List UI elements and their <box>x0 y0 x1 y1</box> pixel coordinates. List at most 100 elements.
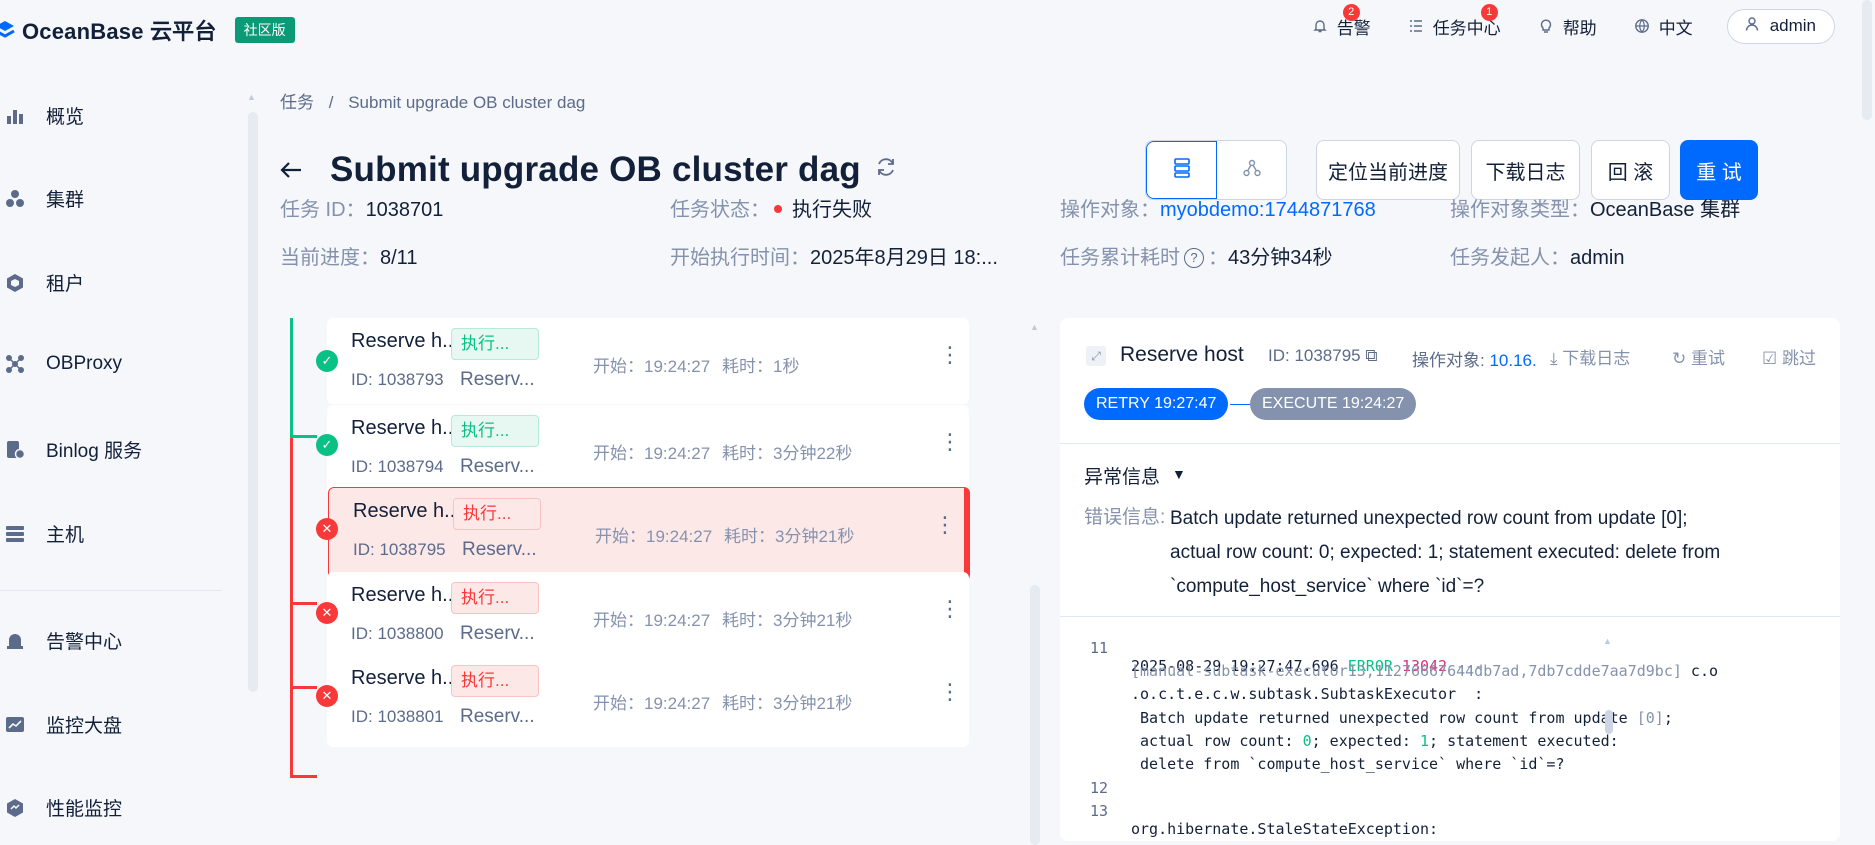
log-msg: Batch update returned unexpected row cou… <box>1131 709 1637 727</box>
sidebar-item-cluster[interactable]: 集群 <box>0 185 84 212</box>
progress-label: 当前进度： <box>280 247 380 269</box>
sidebar-item-tenant[interactable]: 租户 <box>0 269 84 296</box>
expand-icon[interactable]: ⤢ <box>1086 346 1106 366</box>
log-text: Batch update returned unexpected row cou… <box>1131 709 1673 727</box>
sidebar-scrollbar[interactable] <box>248 112 258 692</box>
subtask-card[interactable]: Reserve h... 执行... ID: 1038794 Reserv...… <box>327 405 969 497</box>
subtask-list-scrollbar[interactable] <box>1030 585 1040 845</box>
detail-download-log[interactable]: ⤓ 下载日志 <box>1550 344 1630 369</box>
sidebar-item-label: Binlog 服务 <box>46 441 143 462</box>
subtask-status-tag: 执行... <box>451 328 539 360</box>
timeline-failed-line <box>290 438 293 778</box>
elapsed-value: 43分钟34秒 <box>1228 247 1333 269</box>
log-scrollbar[interactable] <box>1605 710 1613 734</box>
subtask-card[interactable]: Reserve h... 执行... ID: 1038793 Reserv...… <box>327 318 969 404</box>
pill-connector <box>1230 404 1252 405</box>
subtask-start: 开始：19:24:27 <box>593 444 711 463</box>
sidebar-scroll-up-icon[interactable]: ▲ <box>247 92 256 102</box>
back-arrow-icon[interactable] <box>280 155 302 186</box>
detail-target-link[interactable]: 10.16. <box>1489 351 1536 370</box>
sidebar-item-dashboard[interactable]: 监控大盘 <box>0 711 122 738</box>
breadcrumb-root[interactable]: 任务 <box>280 93 314 112</box>
subtask-start: 开始：19:24:27 <box>595 527 713 546</box>
subtask-list: Reserve h... 执行... ID: 1038793 Reserv...… <box>280 318 980 841</box>
subtask-duration: 耗时：3分钟22秒 <box>722 444 853 463</box>
detail-skip[interactable]: ☑ 跳过 <box>1762 344 1816 369</box>
log-msg-number: 0 <box>1302 732 1312 750</box>
logo[interactable]: OceanBase 云平台 社区版 <box>0 14 295 46</box>
creator-field: 任务发起人：admin <box>1450 241 1624 270</box>
target-type-value: OceanBase 集群 <box>1590 199 1741 221</box>
binlog-icon <box>4 439 26 461</box>
sidebar-item-alarm-center[interactable]: 告警中心 <box>0 627 122 654</box>
graph-view-button[interactable] <box>1217 141 1286 199</box>
globe-icon <box>1633 17 1651 35</box>
sidebar-item-performance[interactable]: 性能监控 <box>0 794 122 821</box>
task-id-value: 1038701 <box>365 199 444 221</box>
task-status-label: 任务状态： <box>670 199 770 221</box>
help-icon[interactable]: ? <box>1184 247 1204 268</box>
more-vertical-icon[interactable]: ⋮ <box>934 514 956 536</box>
more-vertical-icon[interactable]: ⋮ <box>939 344 961 366</box>
target-link[interactable]: myobdemo:1744871768 <box>1160 199 1376 221</box>
user-name: admin <box>1769 16 1816 35</box>
download-log-button[interactable]: 下载日志 <box>1471 140 1580 200</box>
nav-task-center[interactable]: 任务中心 1 <box>1407 3 1501 39</box>
rollback-button[interactable]: 回 滚 <box>1591 140 1670 200</box>
edition-badge: 社区版 <box>234 17 295 43</box>
subtask-card-selected[interactable]: Reserve h... 执行... ID: 1038795 Reserv...… <box>328 487 970 581</box>
timeline-branch <box>290 602 317 605</box>
more-vertical-icon[interactable]: ⋮ <box>939 598 961 620</box>
subtask-status-tag: 执行... <box>451 665 539 697</box>
caret-down-icon[interactable]: ▼ <box>1172 466 1186 482</box>
target-field: 操作对象：myobdemo:1744871768 <box>1060 193 1376 222</box>
more-vertical-icon[interactable]: ⋮ <box>939 681 961 703</box>
detail-id-text: ID: 1038795 <box>1268 346 1361 365</box>
subtask-start: 开始：19:24:27 <box>593 611 711 630</box>
list-view-icon <box>1173 157 1191 183</box>
locate-progress-button[interactable]: 定位当前进度 <box>1316 140 1460 200</box>
sidebar-item-host[interactable]: 主机 <box>0 520 84 547</box>
list-view-button[interactable] <box>1146 141 1217 199</box>
skip-icon: ☑ <box>1762 349 1778 368</box>
sidebar-item-overview[interactable]: 概览 <box>0 102 84 129</box>
log-line-number: 13 <box>1090 802 1109 820</box>
oceanbase-logo-icon <box>0 19 16 41</box>
performance-icon <box>4 797 26 819</box>
timeline-branch <box>290 686 317 689</box>
bell-icon <box>1311 17 1329 35</box>
page-scrollbar[interactable] <box>1862 0 1872 120</box>
retry-attempt-pill[interactable]: RETRY 19:27:47 <box>1084 388 1229 420</box>
sidebar-item-obproxy[interactable]: OBProxy <box>0 353 122 375</box>
more-vertical-icon[interactable]: ⋮ <box>939 431 961 453</box>
nav-alarm[interactable]: 告警 2 <box>1311 3 1371 39</box>
detail-download-label: 下载日志 <box>1562 349 1631 368</box>
user-menu-button[interactable]: admin <box>1726 8 1835 44</box>
subtask-id: ID: 1038795 <box>353 540 446 559</box>
log-viewer: 11 2025-08-29 19:27:47.696 ERROR 13042 -… <box>1060 616 1840 841</box>
detail-retry[interactable]: ↻ 重试 <box>1672 344 1725 369</box>
subtask-card[interactable]: Reserve h... 执行... ID: 1038801 Reserv...… <box>327 655 969 747</box>
nav-language[interactable]: 中文 <box>1633 14 1693 39</box>
subtask-duration: 耗时：1秒 <box>722 357 800 376</box>
copy-icon[interactable]: ⧉ <box>1365 346 1377 365</box>
sidebar-item-label: OBProxy <box>46 353 123 374</box>
log-scroll-up-icon[interactable]: ▲ <box>1603 636 1612 646</box>
refresh-icon[interactable] <box>875 156 897 184</box>
sidebar-item-binlog[interactable]: Binlog 服务 <box>0 436 142 463</box>
subtask-start: 开始：19:24:27 <box>593 357 711 376</box>
bulb-icon <box>1537 17 1555 35</box>
start-time-field: 开始执行时间：2025年8月29日 18:... <box>670 241 998 270</box>
view-toggle <box>1145 140 1287 200</box>
top-bar: OceanBase 云平台 社区版 告警 2 任务中心 1 帮助 中文 admi… <box>0 0 1875 60</box>
timeline-branch <box>290 435 317 438</box>
alarm-icon <box>4 630 26 652</box>
error-message: Batch update returned unexpected row cou… <box>1170 502 1810 604</box>
subtask-card[interactable]: Reserve h... 执行... ID: 1038800 Reserv...… <box>327 572 969 664</box>
retry-button[interactable]: 重 试 <box>1680 140 1758 200</box>
list-scroll-up-icon[interactable]: ▲ <box>1030 322 1039 332</box>
subtask-start: 开始：19:24:27 <box>593 694 711 713</box>
execute-attempt-pill[interactable]: EXECUTE 19:24:27 <box>1250 388 1417 420</box>
nav-help[interactable]: 帮助 <box>1537 14 1597 39</box>
target-type-label: 操作对象类型： <box>1450 199 1590 221</box>
